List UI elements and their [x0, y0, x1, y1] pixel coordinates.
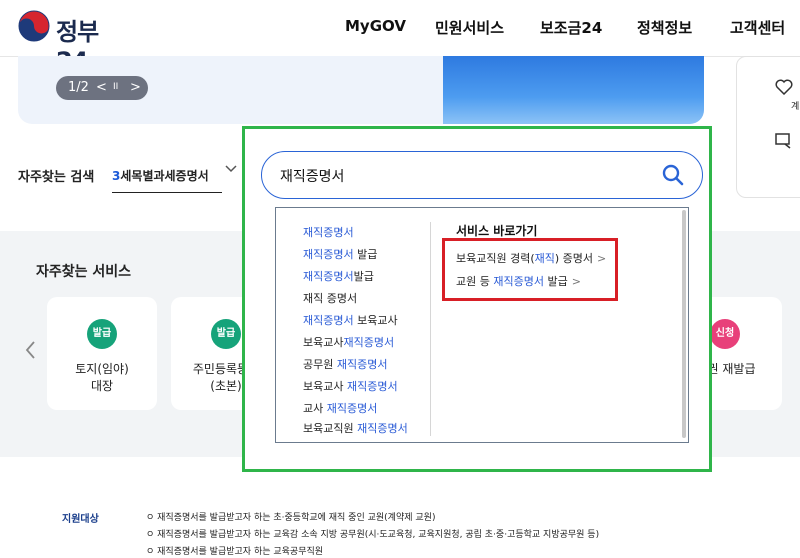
quick-link-teacher-employment[interactable]: 교원 등 재직증명서 발급 >	[456, 273, 581, 289]
suggestion-text: 보육교사	[303, 336, 344, 349]
search-input[interactable]	[278, 164, 642, 188]
suggestion-match: 재직증명서	[303, 248, 354, 261]
side-quick-panel: 계	[736, 56, 800, 198]
support-target-line: ㅇ 재직증명서를 발급받고자 하는 교육공무직원	[146, 547, 324, 557]
quick-link-match: 재직	[534, 252, 555, 265]
suggestion-item[interactable]: 교사 재직증명서	[303, 400, 377, 416]
support-target-label: 지원대상	[62, 514, 99, 525]
chevron-down-icon[interactable]	[224, 164, 238, 174]
suggestion-match: 재직증명서	[336, 358, 388, 371]
search-box	[261, 151, 703, 199]
quick-links-title: 서비스 바로가기	[456, 224, 538, 238]
suggestion-item[interactable]: 보육교사재직증명서	[303, 334, 394, 350]
chat-icon[interactable]	[775, 133, 793, 149]
quick-link-match: 재직증명서	[493, 275, 544, 288]
suggestion-text: 보육교사	[303, 380, 347, 393]
suggestion-text: 재직 증명서	[303, 292, 358, 305]
banner-image: 여름	[443, 56, 704, 124]
suggestion-match: 재직증명서	[357, 422, 408, 435]
quick-link-text: 교원 등	[456, 275, 494, 288]
red-highlight-box	[442, 238, 618, 301]
banner[interactable]: 여름 1/2 < II >	[18, 56, 704, 124]
suggestion-item[interactable]: 재직증명서	[303, 224, 354, 240]
pause-button[interactable]: II	[113, 82, 118, 92]
suggestion-match: 재직증명서	[303, 314, 354, 327]
chevron-right-icon: >	[571, 275, 581, 288]
frequent-services-title: 자주찾는 서비스	[36, 264, 132, 280]
service-card-land-register[interactable]: 발급 토지(임야) 대장	[47, 297, 157, 410]
card-label-line2: 대장	[90, 379, 114, 393]
banner-pager: 1/2 < II >	[56, 76, 148, 100]
suggestion-match: 재직증명서	[326, 402, 378, 415]
suggestion-text: 교사	[303, 402, 327, 415]
suggestion-item[interactable]: 보육교사 재직증명서	[303, 378, 398, 394]
nav-subsidy24[interactable]: 보조금24	[540, 17, 602, 38]
search-icon[interactable]	[662, 164, 684, 186]
chevron-left-icon[interactable]	[24, 340, 36, 360]
prev-button[interactable]: <	[96, 80, 107, 95]
suggestion-match: 재직증명서	[346, 380, 398, 393]
suggestion-item[interactable]: 재직증명서 보육교사	[303, 312, 398, 328]
side-panel-label: 계	[791, 102, 800, 112]
quick-link-text: 발급	[543, 275, 568, 288]
suggestion-match: 재직증명서	[303, 226, 354, 239]
issue-badge: 발급	[87, 319, 117, 349]
quick-link-childcare-career[interactable]: 보육교직원 경력(재직) 증명서 >	[456, 250, 606, 266]
nav-customer-center[interactable]: 고객센터	[730, 17, 785, 38]
suggestion-text: 발급	[353, 248, 378, 261]
suggestion-match: 재직증명서	[303, 270, 354, 283]
frequent-search-label: 자주찾는 검색	[18, 170, 95, 185]
apply-badge: 신청	[710, 319, 740, 349]
frequent-search-select[interactable]: 3세목별과세증명서	[112, 167, 222, 193]
suggestion-item[interactable]: 공무원 재직증명서	[303, 356, 387, 372]
issue-badge: 발급	[211, 319, 241, 349]
suggestion-text: 보육교사	[353, 314, 398, 327]
logo[interactable]: 정부24	[18, 10, 128, 75]
quick-link-text: 보육교직원 경력(	[456, 252, 535, 265]
frequent-search-term: 세목별과세증명서	[120, 169, 209, 183]
scrollbar[interactable]	[682, 210, 686, 438]
nav-mygov[interactable]: MyGOV	[345, 17, 406, 35]
header: 정부24 MyGOV 민원서비스 보조금24 정책정보 고객센터	[0, 0, 800, 75]
card-label-line1: 토지(임야)	[75, 362, 129, 376]
suggestion-item[interactable]: 재직증명서 발급	[303, 246, 377, 262]
autocomplete-dropdown: 재직증명서 재직증명서 발급 재직증명서발급 재직 증명서 재직증명서 보육교사…	[275, 207, 689, 443]
pager-count: 1/2	[68, 80, 89, 95]
support-target-line: ㅇ 재직증명서를 발급받고자 하는 초·중등학교에 재직 중인 교원(계약제 교…	[146, 513, 436, 523]
support-target-line: ㅇ 재직증명서를 발급받고자 하는 교육감 소속 지방 공무원(시·도교육청, …	[146, 530, 600, 540]
suggestion-text: 보육교직원	[303, 422, 358, 435]
card-label: 토지(임야) 대장	[47, 361, 157, 395]
suggestion-text: 공무원	[303, 358, 337, 371]
suggestion-item[interactable]: 재직증명서발급	[303, 268, 374, 284]
nav-policy-info[interactable]: 정책정보	[637, 17, 692, 38]
column-divider	[430, 222, 431, 436]
taegeuk-icon	[18, 10, 50, 42]
suggestion-item[interactable]: 재직 증명서	[303, 290, 357, 306]
heart-icon[interactable]	[775, 79, 793, 95]
suggestion-item[interactable]: 보육교직원 재직증명서	[303, 420, 408, 436]
next-button[interactable]: >	[130, 80, 141, 95]
suggestion-text: 발급	[353, 270, 374, 283]
quick-link-text: ) 증명서	[554, 252, 594, 265]
chevron-right-icon: >	[597, 252, 607, 265]
nav-civil-service[interactable]: 민원서비스	[435, 17, 504, 38]
suggestion-match: 재직증명서	[343, 336, 395, 349]
